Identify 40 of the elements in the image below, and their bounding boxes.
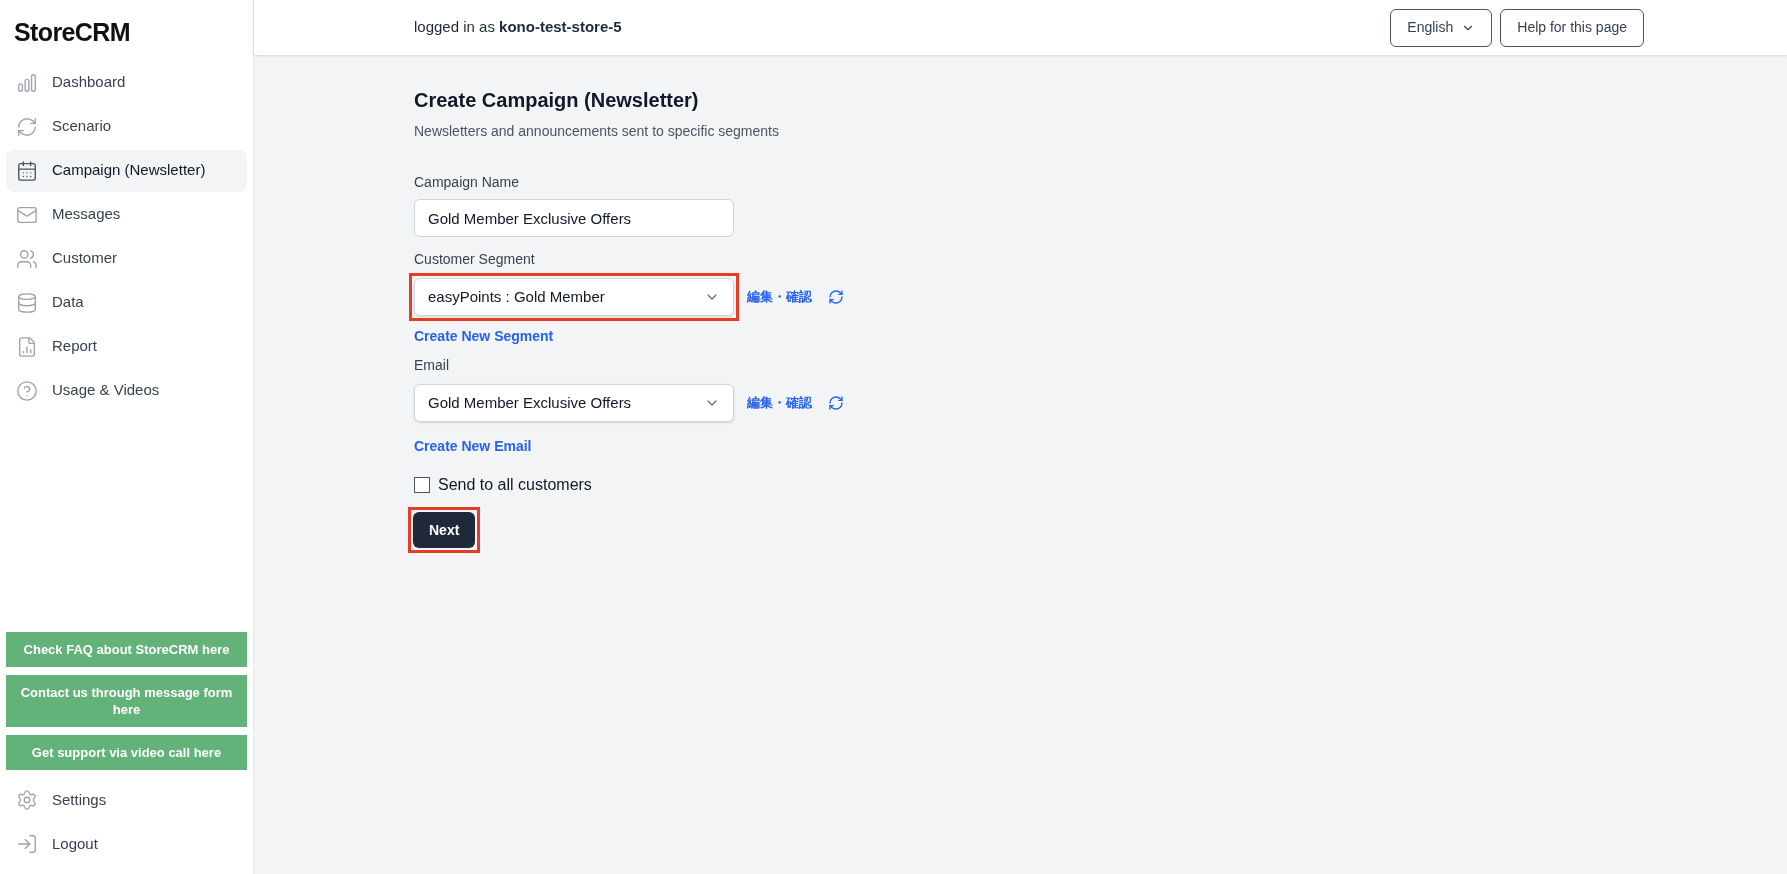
nav-item[interactable]: Scenario: [6, 105, 247, 148]
nav-item[interactable]: Logout: [6, 822, 247, 866]
help-icon: [16, 379, 38, 402]
nav-item[interactable]: Campaign (Newsletter): [6, 149, 247, 192]
login-status-text: logged in as kono-test-store-5: [414, 17, 622, 38]
language-dropdown[interactable]: English: [1390, 8, 1493, 47]
people-icon: [16, 247, 38, 270]
dropdown-select[interactable]: Gold Member Exclusive Offers: [414, 384, 734, 422]
create-email-link[interactable]: Create New Email: [414, 436, 532, 457]
nav-item[interactable]: Messages: [6, 193, 247, 236]
campaign-name-field[interactable]: Gold Member Exclusive Offers: [414, 199, 734, 237]
nav-item[interactable]: Report: [6, 325, 247, 368]
page-subtitle: Newsletters and announcements sent to specific segments: [414, 122, 780, 141]
nav-item[interactable]: Usage & Videos: [6, 369, 247, 412]
field-label: Campaign Name: [414, 173, 521, 192]
nav-item[interactable]: Settings: [6, 778, 247, 822]
settings-icon: [16, 789, 38, 811]
logout-icon: [16, 833, 38, 855]
field-label: Customer Segment: [414, 250, 536, 269]
database-icon: [16, 291, 38, 314]
create-segment-link[interactable]: Create New Segment: [414, 326, 554, 347]
checkbox-label: Send to all customers: [438, 475, 592, 495]
refresh-icon[interactable]: [828, 289, 844, 305]
app-logo: StoreCRM: [13, 17, 131, 48]
nav-item[interactable]: Customer: [6, 237, 247, 280]
nav-item[interactable]: Data: [6, 281, 247, 324]
checkbox[interactable]: [414, 477, 430, 493]
page-title: Create Campaign (Newsletter): [414, 88, 700, 113]
dropdown-select[interactable]: easyPoints : Gold Member: [414, 278, 734, 316]
nav-item[interactable]: Dashboard: [6, 61, 247, 104]
edit-confirm-link[interactable]: 編集・確認: [747, 393, 812, 413]
bar-chart-icon: [16, 71, 38, 94]
calendar-icon: [16, 159, 38, 182]
edit-confirm-link[interactable]: 編集・確認: [747, 287, 812, 307]
next-button[interactable]: Next: [413, 512, 476, 548]
report-file-icon: [16, 335, 38, 358]
field-label: Email: [414, 356, 450, 375]
help-button[interactable]: Help for this page: [1500, 8, 1644, 47]
refresh-icon[interactable]: [828, 395, 844, 411]
refresh-icon: [16, 115, 38, 138]
